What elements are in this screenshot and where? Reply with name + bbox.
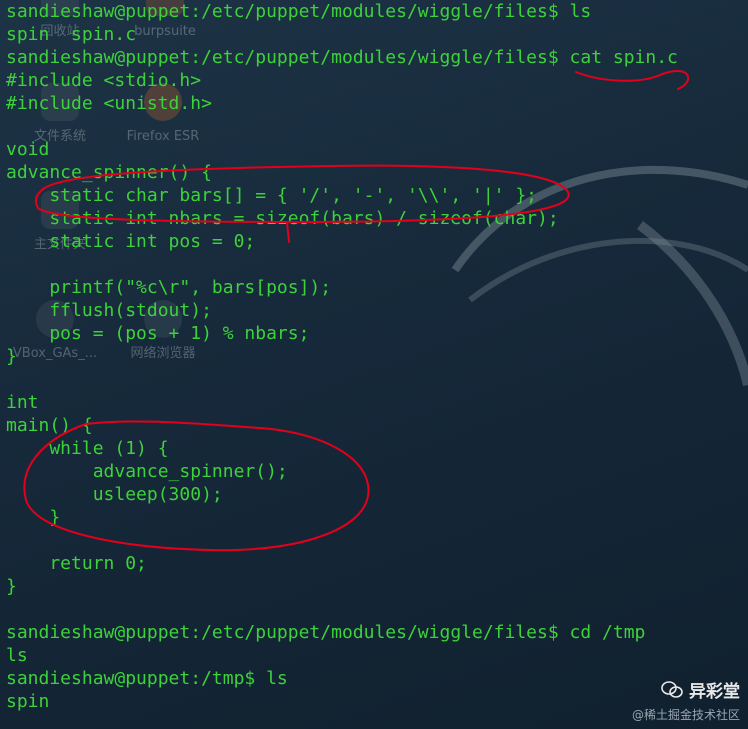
watermark-brand-row: 异彩堂: [632, 677, 740, 702]
code-line: fflush(stdout);: [6, 300, 212, 321]
code-line: main() {: [6, 415, 93, 436]
code-line: }: [6, 576, 17, 597]
code-line: advance_spinner() {: [6, 162, 212, 183]
shell-prompt-line: sandieshaw@puppet:/etc/puppet/modules/wi…: [6, 1, 592, 22]
typed-command-line: ls: [6, 645, 28, 666]
code-line: printf("%c\r", bars[pos]);: [6, 277, 332, 298]
code-line: return 0;: [6, 553, 147, 574]
code-line: int: [6, 392, 39, 413]
code-line: static int nbars = sizeof(bars) / sizeof…: [6, 208, 559, 229]
output-line: spin spin.c: [6, 24, 137, 45]
shell-prompt-line: sandieshaw@puppet:/etc/puppet/modules/wi…: [6, 47, 678, 68]
watermark-source: @稀土掘金技术社区: [631, 708, 740, 722]
shell-prompt-line: sandieshaw@puppet:/etc/puppet/modules/wi…: [6, 622, 646, 643]
code-line: static int pos = 0;: [6, 231, 256, 252]
wechat-icon: [661, 680, 683, 698]
code-line: #include <stdio.h>: [6, 70, 202, 91]
code-line: }: [6, 346, 17, 367]
terminal-output[interactable]: sandieshaw@puppet:/etc/puppet/modules/wi…: [0, 0, 748, 729]
code-line: static char bars[] = { '/', '-', '\\', '…: [6, 185, 538, 206]
code-line: while (1) {: [6, 438, 169, 459]
watermark-brand: 异彩堂: [689, 682, 740, 702]
code-line: }: [6, 507, 61, 528]
code-line: #include <unistd.h>: [6, 93, 212, 114]
code-line: pos = (pos + 1) % nbars;: [6, 323, 310, 344]
output-line: spin: [6, 691, 50, 712]
watermark: 异彩堂 @稀土掘金技术社区: [632, 677, 740, 723]
code-line: usleep(300);: [6, 484, 223, 505]
code-line: advance_spinner();: [6, 461, 288, 482]
shell-prompt-line: sandieshaw@puppet:/tmp$ ls: [6, 668, 288, 689]
code-line: void: [6, 139, 50, 160]
